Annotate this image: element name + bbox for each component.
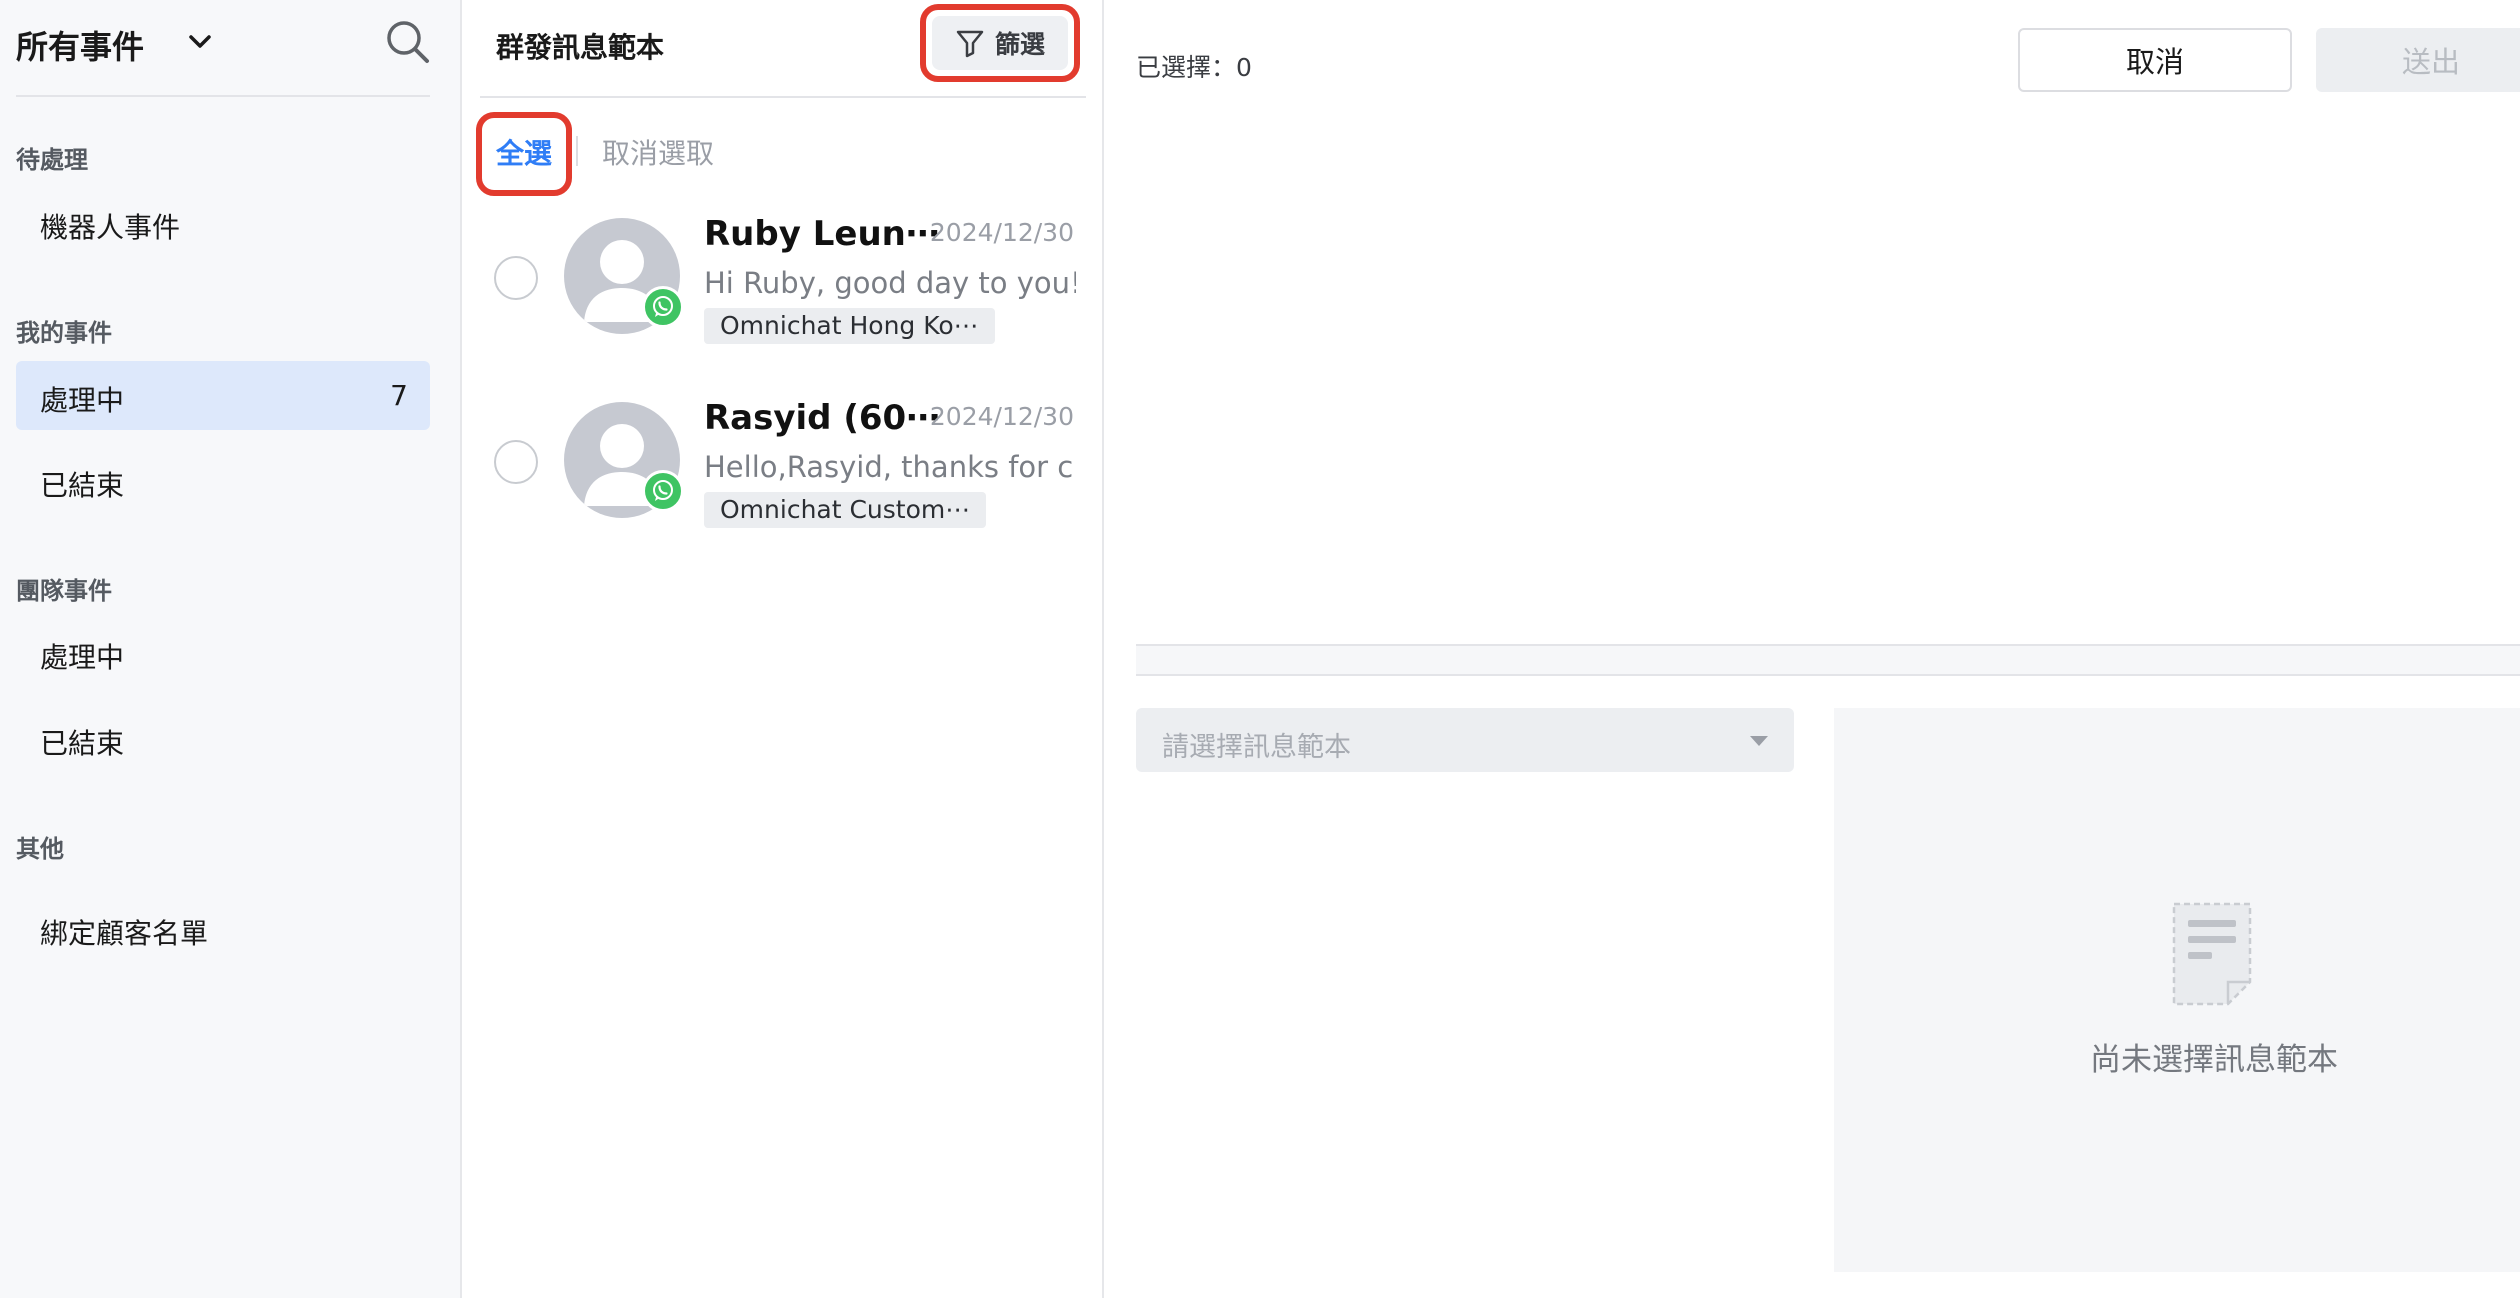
conversation-date: 2024/12/30: [929, 402, 1074, 431]
filter-icon: [956, 30, 984, 58]
sidebar-item-team-closed[interactable]: 已結束: [16, 704, 430, 773]
section-my-events: 我的事件: [16, 319, 112, 347]
sidebar-item-label: 機器人事件: [40, 211, 181, 244]
channel-tag: Omnichat Hong Ko⋯: [704, 308, 995, 344]
sidebar-item-bind-customers[interactable]: 綁定顧客名單: [16, 894, 430, 963]
compose-panel: 已選擇：0 取消 送出 請選擇訊息範本 尚未選擇訊息範本: [1106, 0, 2520, 1298]
contact-name: Rasyid (60⋯: [704, 398, 941, 438]
caret-down-icon: [1750, 736, 1768, 746]
select-all-link[interactable]: 全選: [496, 132, 552, 172]
list-item[interactable]: Ruby Leun⋯ 2024/12/30 Hi Ruby, good day …: [464, 202, 1104, 382]
conversation-date: 2024/12/30: [929, 218, 1074, 247]
sidebar-item-my-closed[interactable]: 已結束: [16, 446, 430, 515]
template-select[interactable]: 請選擇訊息範本: [1136, 708, 1794, 772]
divider: [576, 136, 578, 166]
section-other: 其他: [16, 835, 64, 863]
conversation-list-panel: 群發訊息範本 篩選 全選 取消選取 Ruby Leun⋯ 2024/12/30: [464, 0, 1104, 1298]
selected-count: 已選擇：0: [1136, 53, 1252, 82]
select-radio[interactable]: [494, 256, 538, 300]
event-scope-title[interactable]: 所有事件: [16, 22, 144, 68]
sidebar-item-team-processing[interactable]: 處理中: [16, 618, 430, 687]
template-preview-area: 尚未選擇訊息範本: [1834, 708, 2520, 1272]
section-pending: 待處理: [16, 146, 88, 174]
sidebar-item-my-processing[interactable]: 處理中 7: [16, 361, 430, 430]
sidebar-item-count: 7: [390, 379, 408, 412]
toolbar-band: [1136, 646, 2520, 676]
template-select-placeholder: 請選擇訊息範本: [1162, 732, 1351, 763]
contact-name: Ruby Leun⋯: [704, 214, 940, 254]
divider: [1136, 674, 2520, 676]
select-radio[interactable]: [494, 440, 538, 484]
sidebar-header: 所有事件: [16, 0, 430, 97]
message-preview: Hello,Rasyid, thanks for c⋯: [704, 450, 1076, 484]
divider: [480, 96, 1086, 98]
cancel-button[interactable]: 取消: [2018, 28, 2292, 92]
send-button[interactable]: 送出: [2316, 28, 2520, 92]
sidebar: 所有事件 待處理 機器人事件 我的事件 處理中 7 已結束 團隊事件 處理中 已…: [0, 0, 462, 1298]
whatsapp-icon: [642, 286, 684, 328]
list-item[interactable]: Rasyid (60⋯ 2024/12/30 Hello,Rasyid, tha…: [464, 386, 1104, 566]
sidebar-item-bot-events[interactable]: 機器人事件: [16, 188, 430, 257]
search-icon[interactable]: [384, 18, 432, 66]
sidebar-item-label: 處理中: [40, 641, 125, 674]
empty-state-text: 尚未選擇訊息範本: [2090, 1042, 2338, 1078]
sidebar-item-label: 綁定顧客名單: [40, 917, 209, 950]
channel-tag: Omnichat Custom⋯: [704, 492, 987, 528]
message-preview: Hi Ruby, good day to you! ⋯: [704, 266, 1076, 300]
section-team-events: 團隊事件: [16, 577, 112, 605]
sidebar-item-label: 已結束: [40, 727, 125, 760]
whatsapp-icon: [642, 470, 684, 512]
chevron-down-icon[interactable]: [186, 30, 214, 54]
document-icon: [2172, 902, 2252, 1006]
sidebar-item-label: 已結束: [40, 469, 125, 502]
filter-label: 篩選: [994, 30, 1045, 59]
panel-title: 群發訊息範本: [496, 31, 665, 64]
filter-button[interactable]: 篩選: [932, 16, 1068, 70]
deselect-link[interactable]: 取消選取: [602, 132, 714, 172]
sidebar-item-label: 處理中: [40, 384, 125, 417]
